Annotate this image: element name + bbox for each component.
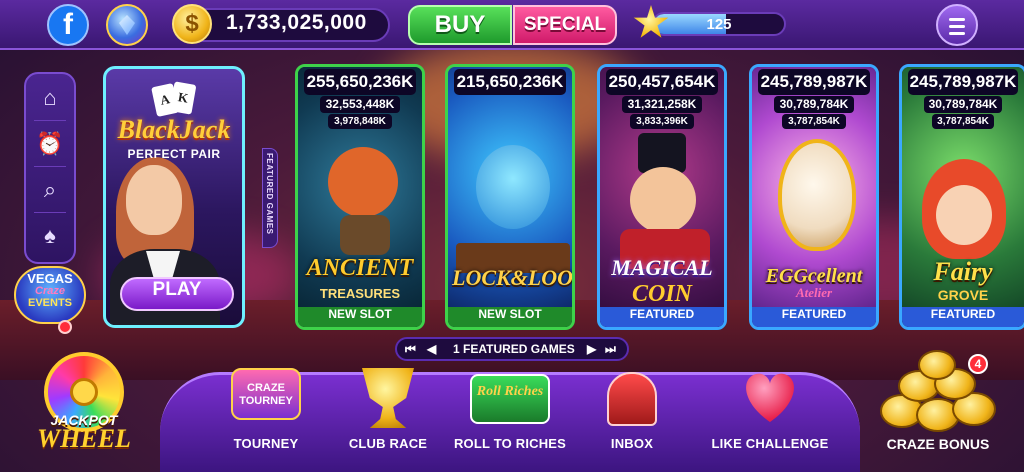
notification-dot — [58, 320, 72, 334]
slot-tag: FEATURED — [752, 307, 876, 327]
facebook-button[interactable]: f — [47, 4, 89, 46]
slot-logo-sub: GROVE — [937, 287, 989, 303]
slot-logo-sub: Atelier — [795, 285, 833, 300]
blackjack-subtitle: PERFECT PAIR — [127, 147, 221, 161]
jackpot-minor: 30,789,784K — [774, 96, 854, 113]
next-page-button[interactable]: ▶ — [587, 342, 596, 356]
tourney-button[interactable]: CRAZE TOURNEY TOURNEY — [206, 362, 326, 472]
slot-card-magical-coin[interactable]: 250,457,654K 31,321,258K 3,833,396K MAGI… — [597, 64, 727, 330]
bonus-count-badge: 4 — [968, 354, 988, 374]
blackjack-game-card[interactable]: A K BlackJack PERFECT PAIR PLAY — [103, 66, 245, 328]
slot-card-eggcellent-atelier[interactable]: 245,789,987K 30,789,784K 3,787,854K EGGc… — [749, 64, 879, 330]
featured-games-tab[interactable]: FEATURED GAMES — [262, 148, 278, 248]
last-page-button[interactable]: ⏭ — [605, 342, 616, 357]
craze-bonus-label: CRAZE BONUS — [886, 436, 990, 452]
slot-card-fairy-grove[interactable]: 245,789,987K 30,789,784K 3,787,854K Fair… — [899, 64, 1024, 330]
buy-button[interactable]: BUY — [408, 5, 512, 45]
coin-balance: 1,733,025,000 — [226, 11, 367, 34]
slot-card-ancient-treasures[interactable]: 255,650,236K 32,553,448K 3,978,848K ANCI… — [295, 64, 425, 330]
cards-icon[interactable]: ♠ — [36, 222, 64, 250]
alarm-clock-icon[interactable]: ⏰ — [36, 130, 64, 158]
search-icon[interactable]: ⌕ — [36, 176, 64, 204]
slot-tag: FEATURED — [600, 307, 724, 327]
jackpot-major: 255,650,236K — [304, 69, 416, 95]
roll-riches-icon: Roll Riches — [470, 374, 550, 424]
inbox-button[interactable]: INBOX — [572, 362, 692, 472]
golden-egg-illustration — [778, 139, 856, 251]
menu-button[interactable] — [936, 4, 978, 46]
left-nav-rail: ⌂ ⏰ ⌕ ♠ — [24, 72, 76, 264]
slot-card-lock-and-loot[interactable]: 215,650,236K LOCK&LOOT NEW SLOT — [445, 64, 575, 330]
slot-logo: Fairy — [933, 257, 993, 286]
first-page-button[interactable]: ⏮ — [405, 342, 416, 357]
play-button[interactable]: PLAY — [120, 277, 234, 311]
level-progress-value: 125 — [706, 16, 732, 33]
blackjack-title: BlackJack — [117, 115, 231, 144]
craze-bonus-button[interactable]: 4 CRAZE BONUS — [872, 348, 1004, 472]
facebook-icon: f — [63, 8, 73, 41]
coin-icon: $ — [172, 4, 212, 44]
level-progress-bar: 125 — [652, 12, 786, 36]
jackpot-major: 245,789,987K — [758, 69, 870, 95]
slot-logo: LOCK&LOOT — [452, 265, 575, 290]
trophy-icon — [362, 368, 414, 428]
special-button[interactable]: SPECIAL — [513, 5, 617, 45]
prev-page-button[interactable]: ◀ — [427, 342, 436, 356]
top-bar: f $ 1,733,025,000 BUY SPECIAL 125 — [0, 0, 1024, 50]
jackpot-wheel-button[interactable]: JACKPOT WHEEL — [28, 348, 140, 460]
vegas-craze-events-button[interactable]: VEGAS Craze EVENTS — [14, 266, 86, 324]
jackpot-minor: 31,321,258K — [622, 96, 702, 113]
slot-tag: FEATURED — [902, 307, 1024, 327]
slot-tag: NEW SLOT — [298, 307, 422, 327]
roll-to-riches-button[interactable]: Roll Riches ROLL TO RICHES — [450, 362, 570, 472]
vip-gem-icon[interactable] — [106, 4, 148, 46]
heart-icon — [741, 370, 799, 422]
craze-tourney-icon: CRAZE TOURNEY — [231, 368, 301, 420]
jackpot-mini: 3,978,848K — [328, 114, 392, 129]
playing-cards-icon: A K — [151, 81, 198, 117]
slot-logo-sub: COIN — [631, 281, 692, 307]
jackpot-minor: 30,789,784K — [924, 96, 1002, 113]
jackpot-mini: 3,833,396K — [630, 114, 694, 129]
slot-logo: ANCIENT — [306, 255, 414, 281]
fox-character — [328, 147, 398, 217]
club-race-button[interactable]: CLUB RACE — [328, 362, 448, 472]
like-challenge-button[interactable]: LIKE CHALLENGE — [702, 362, 838, 472]
jackpot-major: 245,789,987K — [908, 69, 1018, 95]
pager-label: 1 FEATURED GAMES — [453, 342, 575, 356]
featured-games-pager: ⏮ ◀ 1 FEATURED GAMES ▶ ⏭ — [395, 337, 629, 361]
slot-logo: MAGICAL — [611, 255, 713, 280]
jackpot-mini: 3,787,854K — [932, 114, 994, 129]
hamburger-icon — [949, 18, 965, 21]
jackpot-minor: 32,553,448K — [320, 96, 400, 113]
jackpot-major: 250,457,654K — [606, 69, 718, 95]
slot-logo-sub: TREASURES — [319, 286, 401, 301]
mailbox-icon — [607, 372, 657, 426]
slot-tag: NEW SLOT — [448, 307, 572, 327]
jackpot-major: 215,650,236K — [454, 69, 566, 95]
jackpot-mini: 3,787,854K — [782, 114, 846, 129]
home-icon[interactable]: ⌂ — [36, 84, 64, 112]
ghost-pirate-character — [476, 145, 550, 229]
